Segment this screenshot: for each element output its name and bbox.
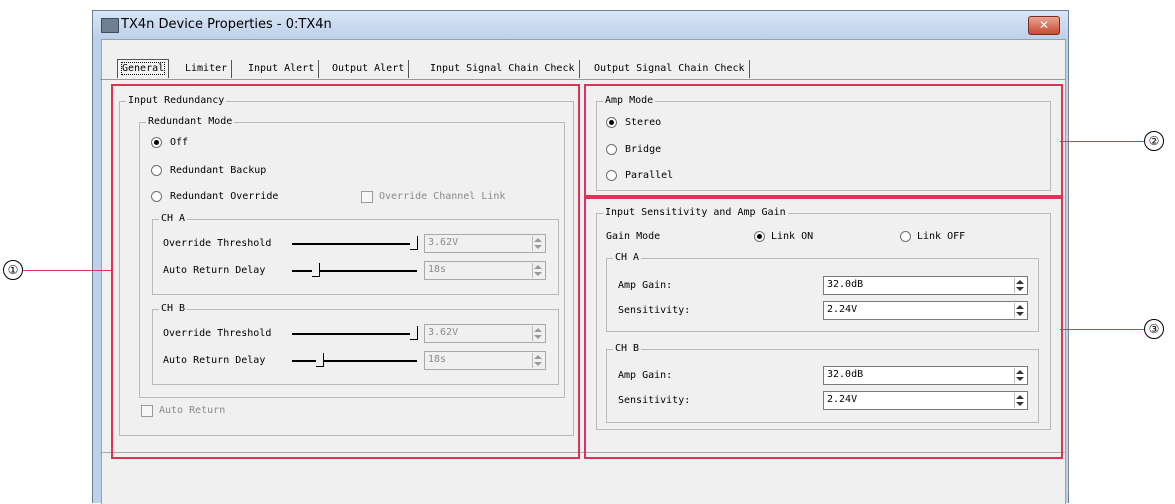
highlight-box-3	[584, 197, 1063, 459]
callout-line-3	[1060, 329, 1144, 330]
window-title: TX4n Device Properties - 0:TX4n	[121, 17, 332, 32]
close-button[interactable]: ✕	[1028, 16, 1060, 35]
callout-line-2	[1060, 141, 1144, 142]
callout-3: ③	[1144, 319, 1164, 339]
tab-output-signal-chain-check[interactable]: Output Signal Chain Check	[590, 60, 750, 78]
tab-limiter[interactable]: Limiter	[181, 60, 233, 78]
callout-2: ②	[1144, 131, 1164, 151]
tab-general[interactable]: General	[117, 59, 170, 78]
title-bar: TX4n Device Properties - 0:TX4n ✕	[93, 11, 1068, 39]
tab-baseline	[100, 79, 1066, 80]
tab-general-label: General	[120, 62, 166, 75]
callout-1: ①	[3, 260, 23, 280]
tab-input-alert[interactable]: Input Alert	[244, 60, 320, 78]
highlight-box-1	[111, 84, 580, 459]
tab-input-signal-chain-check[interactable]: Input Signal Chain Check	[426, 60, 580, 78]
highlight-box-2	[584, 84, 1063, 197]
tab-output-alert[interactable]: Output Alert	[328, 60, 410, 78]
callout-line-1	[22, 270, 112, 271]
app-icon	[101, 18, 119, 33]
